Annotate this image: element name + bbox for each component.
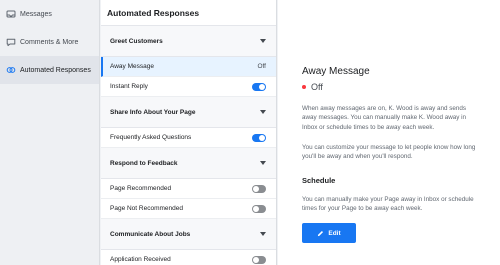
detail-title: Away Message (302, 66, 370, 77)
row-label: Instant Reply (110, 83, 148, 90)
inbox-icon (5, 9, 16, 20)
status-indicator: Off (302, 82, 323, 92)
faq-toggle[interactable] (252, 133, 266, 142)
page-recommended-toggle[interactable] (252, 184, 266, 193)
customize-paragraph: You can customize your message to let pe… (302, 144, 476, 161)
edit-label: Edit (328, 229, 341, 237)
schedule-paragraph: You can manually make your Page away in … (302, 196, 474, 213)
row-page-not-recommended[interactable]: Page Not Recommended (101, 199, 276, 219)
section-respond-feedback[interactable]: Respond to Feedback (101, 148, 276, 179)
nav-item-messages[interactable]: Messages (0, 0, 99, 28)
chevron-down-icon (260, 39, 266, 43)
row-label: Page Not Recommended (110, 205, 183, 212)
application-received-toggle[interactable] (252, 255, 266, 264)
status-dot (302, 85, 306, 89)
row-faq[interactable]: Frequently Asked Questions (101, 128, 276, 148)
instant-reply-toggle[interactable] (252, 82, 266, 91)
section-share-info[interactable]: Share Info About Your Page (101, 97, 276, 128)
chevron-down-icon (260, 161, 266, 165)
responses-list: Automated Responses Greet Customers Away… (101, 0, 277, 265)
section-label: Communicate About Jobs (110, 230, 191, 238)
nav-item-label: Automated Responses (20, 66, 91, 74)
section-communicate-jobs[interactable]: Communicate About Jobs (101, 219, 276, 250)
nav-item-comments[interactable]: Comments & More (0, 28, 99, 56)
section-label: Greet Customers (110, 37, 163, 45)
chevron-down-icon (260, 232, 266, 236)
comment-icon (5, 37, 16, 48)
nav-item-label: Comments & More (20, 38, 79, 46)
section-greet-customers[interactable]: Greet Customers (101, 26, 276, 57)
row-instant-reply[interactable]: Instant Reply (101, 77, 276, 97)
chevron-down-icon (260, 110, 266, 114)
detail-panel: Away Message Off When away messages are … (278, 0, 500, 265)
toggle-knob (259, 83, 265, 90)
schedule-heading: Schedule (302, 176, 336, 185)
nav-item-label: Messages (20, 10, 52, 18)
row-label: Application Received (110, 256, 171, 263)
row-label: Frequently Asked Questions (110, 134, 192, 141)
list-title: Automated Responses (101, 0, 276, 26)
edit-button[interactable]: Edit (302, 223, 356, 243)
page-not-recommended-toggle[interactable] (252, 204, 266, 213)
nav-item-automated-responses[interactable]: Automated Responses (0, 56, 99, 84)
row-label: Page Recommended (110, 185, 172, 192)
toggle-knob (253, 205, 259, 212)
status-text: Off (311, 82, 323, 92)
row-label: Away Message (110, 63, 154, 70)
left-nav: Messages Comments & More Automated Respo… (0, 0, 100, 265)
row-away-message[interactable]: Away Message Off (101, 57, 276, 77)
section-label: Share Info About Your Page (110, 108, 196, 116)
row-application-received[interactable]: Application Received (101, 250, 276, 265)
toggle-knob (259, 134, 265, 141)
toggle-knob (253, 256, 259, 263)
section-label: Respond to Feedback (110, 159, 178, 167)
toggle-knob (253, 185, 259, 192)
pencil-icon (318, 230, 324, 236)
row-page-recommended[interactable]: Page Recommended (101, 179, 276, 199)
away-message-status: Off (257, 63, 266, 70)
description-paragraph: When away messages are on, K. Wood is aw… (302, 105, 467, 131)
automation-icon (5, 65, 16, 76)
